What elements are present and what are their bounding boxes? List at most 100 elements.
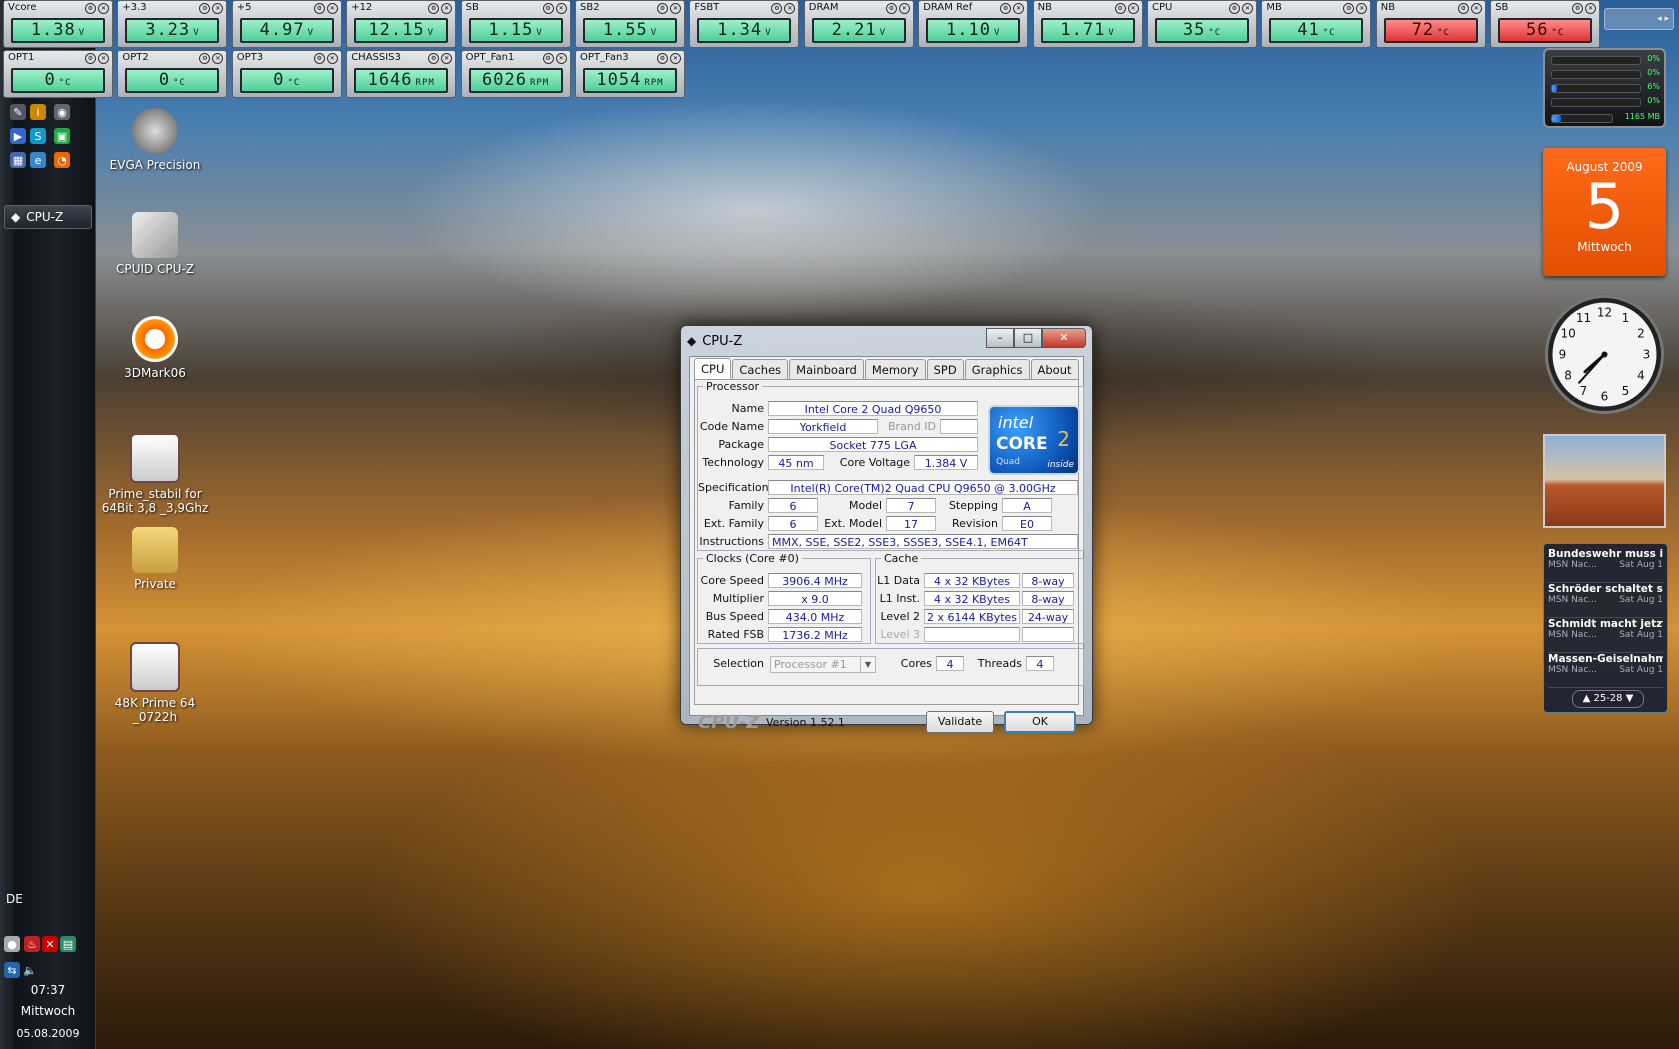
internet-explorer-icon[interactable]: e [30, 152, 46, 168]
gauge-settings-icon[interactable]: ⚙ [1000, 3, 1012, 14]
gauge-close-icon[interactable]: ✕ [898, 3, 910, 14]
desktop-icon-private[interactable]: Private [95, 527, 215, 591]
gauge-chassis3[interactable]: CHASSIS3 ⚙ ✕ 1646 RPM [346, 50, 457, 98]
skype-icon[interactable]: S [30, 128, 46, 144]
excel-icon[interactable]: ▦ [10, 152, 26, 168]
gauge-settings-icon[interactable]: ⚙ [313, 53, 325, 64]
gauge-settings-icon[interactable]: ⚙ [1114, 3, 1126, 14]
news-pager[interactable]: ▲ 25-28 ▼ [1572, 690, 1644, 708]
gauge--12[interactable]: +12 ⚙ ✕ 12.15 V [346, 0, 457, 48]
info-icon[interactable]: i [30, 104, 46, 120]
gauge-sb2[interactable]: SB2 ⚙ ✕ 1.55 V [575, 0, 685, 48]
gauge-settings-icon[interactable]: ⚙ [1343, 3, 1355, 14]
gauge-close-icon[interactable]: ✕ [98, 3, 109, 14]
news-item[interactable]: Bundeswehr muss i... MSN Nac... Sat Aug 1 [1548, 548, 1663, 583]
gauge-settings-icon[interactable]: ⚙ [1229, 3, 1240, 14]
calendar-gadget[interactable]: August 2009 5 Mittwoch [1543, 148, 1666, 276]
gauge-close-icon[interactable]: ✕ [1356, 3, 1368, 14]
gauge-settings-icon[interactable]: ⚙ [657, 53, 668, 64]
gauge-close-icon[interactable]: ✕ [670, 53, 681, 64]
gauge-opt-fan1[interactable]: OPT_Fan1 ⚙ ✕ 6026 RPM [460, 50, 571, 98]
gauge-settings-icon[interactable]: ⚙ [542, 3, 554, 14]
gauge--5[interactable]: +5 ⚙ ✕ 4.97 V [231, 0, 342, 48]
ok-button[interactable]: OK [1004, 711, 1076, 733]
gauge-close-icon[interactable]: ✕ [1127, 3, 1139, 14]
tab-cpu[interactable]: CPU [694, 358, 732, 380]
tray-icon-2[interactable]: ♨ [24, 936, 40, 952]
gauge-sb[interactable]: SB ⚙ ✕ 1.15 V [460, 0, 571, 48]
gauge--3-3[interactable]: +3.3 ⚙ ✕ 3.23 V [117, 0, 228, 48]
gauge-close-icon[interactable]: ✕ [1013, 3, 1025, 14]
gauge-settings-icon[interactable]: ⚙ [85, 53, 96, 64]
gauge-close-icon[interactable]: ✕ [441, 53, 453, 64]
gauge-settings-icon[interactable]: ⚙ [657, 3, 668, 14]
gauge-close-icon[interactable]: ✕ [1242, 3, 1253, 14]
tab-caches[interactable]: Caches [732, 359, 789, 381]
gauge-opt1[interactable]: OPT1 ⚙ ✕ 0 °C [3, 50, 113, 98]
processor-select[interactable]: Processor #1 ▼ [770, 656, 876, 673]
network-icon[interactable]: ⇆ [4, 962, 20, 978]
tray-time[interactable]: 07:37 [4, 983, 92, 997]
gauge-dram[interactable]: DRAM ⚙ ✕ 2.21 V [803, 0, 914, 48]
gauge-settings-icon[interactable]: ⚙ [199, 3, 211, 14]
desktop-icon-evga-precision[interactable]: EVGA Precision [95, 108, 215, 172]
desktop-icon-3dmark06[interactable]: 3DMark06 [95, 316, 215, 380]
gauge-settings-icon[interactable]: ⚙ [313, 3, 325, 14]
volume-icon[interactable]: 🔈 [22, 962, 38, 978]
clock-gadget[interactable]: 1 2 3 4 5 6 7 8 9 10 11 12 [1543, 293, 1666, 416]
gauge-settings-icon[interactable]: ⚙ [1572, 3, 1584, 14]
gauge-settings-icon[interactable]: ⚙ [1457, 3, 1469, 14]
gauge-nb[interactable]: NB ⚙ ✕ 1.71 V [1032, 0, 1143, 48]
gauge-opt-fan3[interactable]: OPT_Fan3 ⚙ ✕ 1054 RPM [575, 50, 685, 98]
app-icon[interactable]: ▣ [54, 128, 70, 144]
gauge-close-icon[interactable]: ✕ [670, 3, 681, 14]
validate-button[interactable]: Validate [926, 711, 994, 733]
gauge-opt3[interactable]: OPT3 ⚙ ✕ 0 °C [231, 50, 342, 98]
tab-about[interactable]: About [1030, 359, 1079, 381]
gauge-close-icon[interactable]: ✕ [555, 3, 567, 14]
gauge-dram-ref[interactable]: DRAM Ref ⚙ ✕ 1.10 V [918, 0, 1029, 48]
gauge-close-icon[interactable]: ✕ [212, 3, 224, 14]
gauge-close-icon[interactable]: ✕ [1585, 3, 1597, 14]
taskbar-button-cpuz[interactable]: ◆ CPU-Z [4, 205, 92, 229]
gauge-settings-icon[interactable]: ⚙ [428, 3, 440, 14]
pen-icon[interactable]: ✎ [10, 104, 26, 120]
maximize-button[interactable]: □ [1014, 328, 1042, 348]
news-next-icon[interactable]: ▼ [1626, 693, 1634, 704]
gauge-close-icon[interactable]: ✕ [326, 53, 338, 64]
desktop-icon-48k-prime[interactable]: 48K Prime 64 _0722h [95, 642, 215, 724]
tray-icon-3[interactable]: ✕ [42, 936, 58, 952]
tray-icon-1[interactable]: ● [4, 936, 20, 952]
tab-graphics[interactable]: Graphics [964, 359, 1030, 381]
firefox-icon[interactable]: ◔ [54, 152, 70, 168]
desktop-icon-cpuid-cpuz[interactable]: CPUID CPU-Z [95, 212, 215, 276]
gauge-settings-icon[interactable]: ⚙ [85, 3, 96, 14]
gauge-settings-icon[interactable]: ⚙ [542, 53, 554, 64]
gauge-settings-icon[interactable]: ⚙ [771, 3, 783, 14]
news-item[interactable]: Massen-Geiselnahm...MSN Nac... Sat Aug 1 [1548, 653, 1663, 688]
news-prev-icon[interactable]: ▲ [1583, 693, 1591, 704]
desktop-icon-prime-stabil[interactable]: Prime_stabil for 64Bit 3,8 _3,9Ghz [95, 433, 215, 515]
gauge-close-icon[interactable]: ✕ [326, 3, 338, 14]
gauge-close-icon[interactable]: ✕ [441, 3, 453, 14]
tray-icon-4[interactable]: ▤ [60, 936, 76, 952]
gauge-close-icon[interactable]: ✕ [212, 53, 224, 64]
sidebar-nav[interactable]: ◂ ▸ [1604, 8, 1674, 30]
gauge-settings-icon[interactable]: ⚙ [885, 3, 897, 14]
gauge-settings-icon[interactable]: ⚙ [199, 53, 211, 64]
gauge-opt2[interactable]: OPT2 ⚙ ✕ 0 °C [117, 50, 228, 98]
news-item[interactable]: Schröder schaltet sic...MSN Nac... Sat Au… [1548, 583, 1663, 618]
gauge-close-icon[interactable]: ✕ [1470, 3, 1482, 14]
gauge-sb[interactable]: SB ⚙ ✕ 56 °C [1490, 0, 1601, 48]
minimize-button[interactable]: – [986, 328, 1014, 348]
slideshow-gadget[interactable] [1543, 434, 1666, 528]
gauge-fsbt[interactable]: FSBT ⚙ ✕ 1.34 V [689, 0, 800, 48]
tab-mainboard[interactable]: Mainboard [789, 359, 864, 381]
gauge-vcore[interactable]: Vcore ⚙ ✕ 1.38 V [3, 0, 113, 48]
gauge-settings-icon[interactable]: ⚙ [428, 53, 440, 64]
gauge-cpu[interactable]: CPU ⚙ ✕ 35 °C [1147, 0, 1257, 48]
gauge-close-icon[interactable]: ✕ [784, 3, 796, 14]
tab-spd[interactable]: SPD [926, 359, 964, 381]
gauge-close-icon[interactable]: ✕ [98, 53, 109, 64]
media-player-icon[interactable]: ▶ [10, 128, 26, 144]
